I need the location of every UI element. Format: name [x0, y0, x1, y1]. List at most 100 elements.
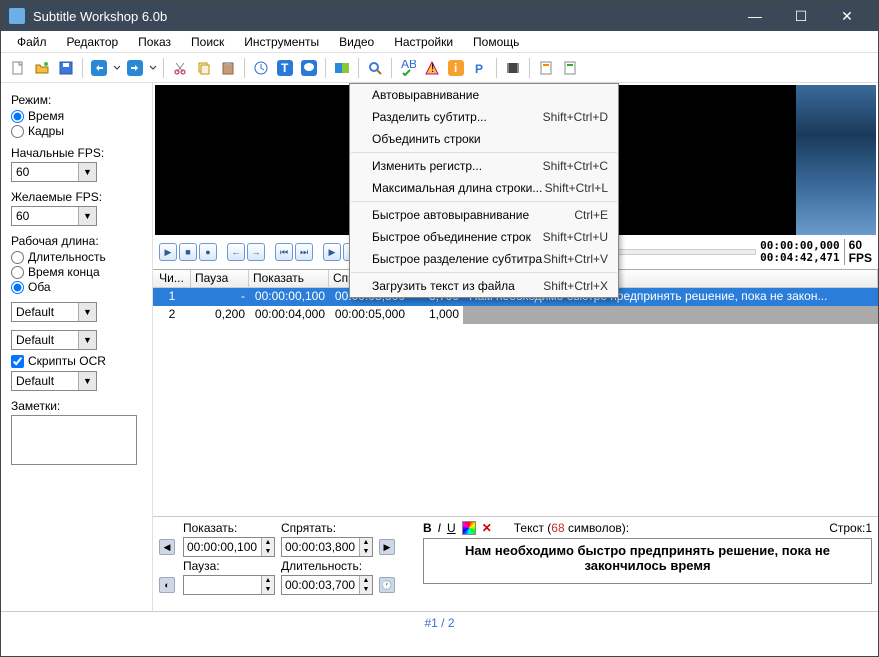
mark-button[interactable]: ●: [199, 243, 217, 261]
menu-item[interactable]: Объединить строки: [350, 128, 618, 150]
text-info-label: Текст (68 символов):: [514, 521, 629, 535]
menu-item[interactable]: Загрузить текст из файлаShift+Ctrl+X: [350, 275, 618, 297]
svg-text:!: !: [431, 61, 434, 75]
undo-icon[interactable]: [88, 57, 110, 79]
menu-editor[interactable]: Редактор: [57, 33, 129, 51]
menu-item[interactable]: Максимальная длина строки...Shift+Ctrl+L: [350, 177, 618, 199]
menu-item[interactable]: Изменить регистр...Shift+Ctrl+C: [350, 155, 618, 177]
hide-time-input[interactable]: 00:00:03,800▲▼: [281, 537, 373, 557]
copy-icon[interactable]: [193, 57, 215, 79]
charset-combo[interactable]: Default▼: [11, 302, 97, 322]
menu-item[interactable]: Быстрое разделение субтитраShift+Ctrl+V: [350, 248, 618, 270]
delay-icon[interactable]: [250, 57, 272, 79]
ocr-scripts-check[interactable]: Скрипты OCR: [11, 354, 142, 368]
sheet1-icon[interactable]: [535, 57, 557, 79]
italic-button[interactable]: I: [438, 521, 441, 535]
clock-button[interactable]: 🕐: [379, 577, 395, 593]
lines-label: Строк:1: [829, 521, 872, 535]
bold-button[interactable]: B: [423, 521, 432, 535]
subtitle-text-input[interactable]: Нам необходимо быстро предпринять решени…: [423, 538, 872, 584]
undo-drop-icon[interactable]: [112, 57, 122, 79]
fps-in-label: Начальные FPS:: [11, 146, 142, 160]
mode-frames[interactable]: Кадры: [11, 124, 142, 138]
hide-label: Спрятать:: [281, 521, 373, 535]
menu-tools[interactable]: Инструменты: [234, 33, 329, 51]
table-row[interactable]: 2 0,200 00:00:04,000 00:00:05,000 1,000: [153, 306, 878, 324]
save-icon[interactable]: [55, 57, 77, 79]
clear-format-button[interactable]: ✕: [482, 521, 492, 535]
prev-sub-button[interactable]: ◀: [159, 539, 175, 555]
worklen-endtime[interactable]: Время конца: [11, 265, 142, 279]
minimize-button[interactable]: —: [732, 1, 778, 31]
menu-item[interactable]: Разделить субтитр...Shift+Ctrl+D: [350, 106, 618, 128]
menu-settings[interactable]: Настройки: [384, 33, 463, 51]
next-button[interactable]: →: [247, 243, 265, 261]
new-icon[interactable]: [7, 57, 29, 79]
svg-text:i: i: [454, 61, 457, 75]
cut-icon[interactable]: [169, 57, 191, 79]
pascal-icon[interactable]: P: [469, 57, 491, 79]
menu-view[interactable]: Показ: [128, 33, 181, 51]
stop-button[interactable]: ■: [179, 243, 197, 261]
paste-icon[interactable]: [217, 57, 239, 79]
window-title: Subtitle Workshop 6.0b: [33, 9, 732, 24]
rewind-button[interactable]: ⏮: [275, 243, 293, 261]
svg-text:ABC: ABC: [401, 60, 416, 71]
notes-textarea[interactable]: [11, 415, 137, 465]
menu-video[interactable]: Видео: [329, 33, 384, 51]
menu-search[interactable]: Поиск: [181, 33, 234, 51]
dur-input[interactable]: 00:00:03,700▲▼: [281, 575, 373, 595]
video-icon[interactable]: [502, 57, 524, 79]
fps-out-combo[interactable]: 60▼: [11, 206, 97, 226]
open-icon[interactable]: [31, 57, 53, 79]
side-panel: Режим: Время Кадры Начальные FPS: 60▼ Же…: [1, 83, 153, 611]
mode-time[interactable]: Время: [11, 109, 142, 123]
redo-drop-icon[interactable]: [148, 57, 158, 79]
menu-file[interactable]: Файл: [7, 33, 57, 51]
fps-out-label: Желаемые FPS:: [11, 190, 142, 204]
pause-input[interactable]: ▲▼: [183, 575, 275, 595]
warning-icon[interactable]: !: [421, 57, 443, 79]
start-sub-button[interactable]: ▶: [323, 243, 341, 261]
text-icon[interactable]: T: [274, 57, 296, 79]
search-icon[interactable]: [364, 57, 386, 79]
maximize-button[interactable]: ☐: [778, 1, 824, 31]
toolbar: T ABC ! i P: [1, 53, 878, 83]
col-show[interactable]: Показать: [249, 270, 329, 287]
titlebar: Subtitle Workshop 6.0b — ☐ ✕: [1, 1, 878, 31]
charset2-combo[interactable]: Default▼: [11, 330, 97, 350]
menu-item[interactable]: Быстрое объединение строкShift+Ctrl+U: [350, 226, 618, 248]
svg-text:P: P: [475, 62, 483, 76]
svg-text:T: T: [281, 61, 289, 75]
menu-item[interactable]: Автовыравнивание: [350, 84, 618, 106]
next-sub-button[interactable]: ▶: [379, 539, 395, 555]
menu-item[interactable]: Быстрое автовыравниваниеCtrl+E: [350, 204, 618, 226]
notes-label: Заметки:: [11, 399, 142, 413]
prev-button[interactable]: ←: [227, 243, 245, 261]
worklen-duration[interactable]: Длительность: [11, 250, 142, 264]
status-bar: #1 / 2: [1, 611, 878, 633]
menu-help[interactable]: Помощь: [463, 33, 529, 51]
translate-icon[interactable]: [331, 57, 353, 79]
close-button[interactable]: ✕: [824, 1, 870, 31]
show-label: Показать:: [183, 521, 275, 535]
col-num[interactable]: Чи...: [153, 270, 191, 287]
redo-icon[interactable]: [124, 57, 146, 79]
play-button[interactable]: ▶: [159, 243, 177, 261]
menubar: Файл Редактор Показ Поиск Инструменты Ви…: [1, 31, 878, 53]
color-button[interactable]: [462, 521, 476, 535]
sync-button[interactable]: ◐: [159, 577, 175, 593]
sheet2-icon[interactable]: [559, 57, 581, 79]
info-icon[interactable]: i: [445, 57, 467, 79]
forward-button[interactable]: ⏭: [295, 243, 313, 261]
worklen-both[interactable]: Оба: [11, 280, 142, 294]
balloon-icon[interactable]: [298, 57, 320, 79]
context-menu: АвтовыравниваниеРазделить субтитр...Shif…: [349, 83, 619, 298]
dur-label: Длительность:: [281, 559, 373, 573]
ocr-combo[interactable]: Default▼: [11, 371, 97, 391]
underline-button[interactable]: U: [447, 521, 456, 535]
fps-in-combo[interactable]: 60▼: [11, 162, 97, 182]
col-pause[interactable]: Пауза: [191, 270, 249, 287]
show-time-input[interactable]: 00:00:00,100▲▼: [183, 537, 275, 557]
spellcheck-icon[interactable]: ABC: [397, 57, 419, 79]
